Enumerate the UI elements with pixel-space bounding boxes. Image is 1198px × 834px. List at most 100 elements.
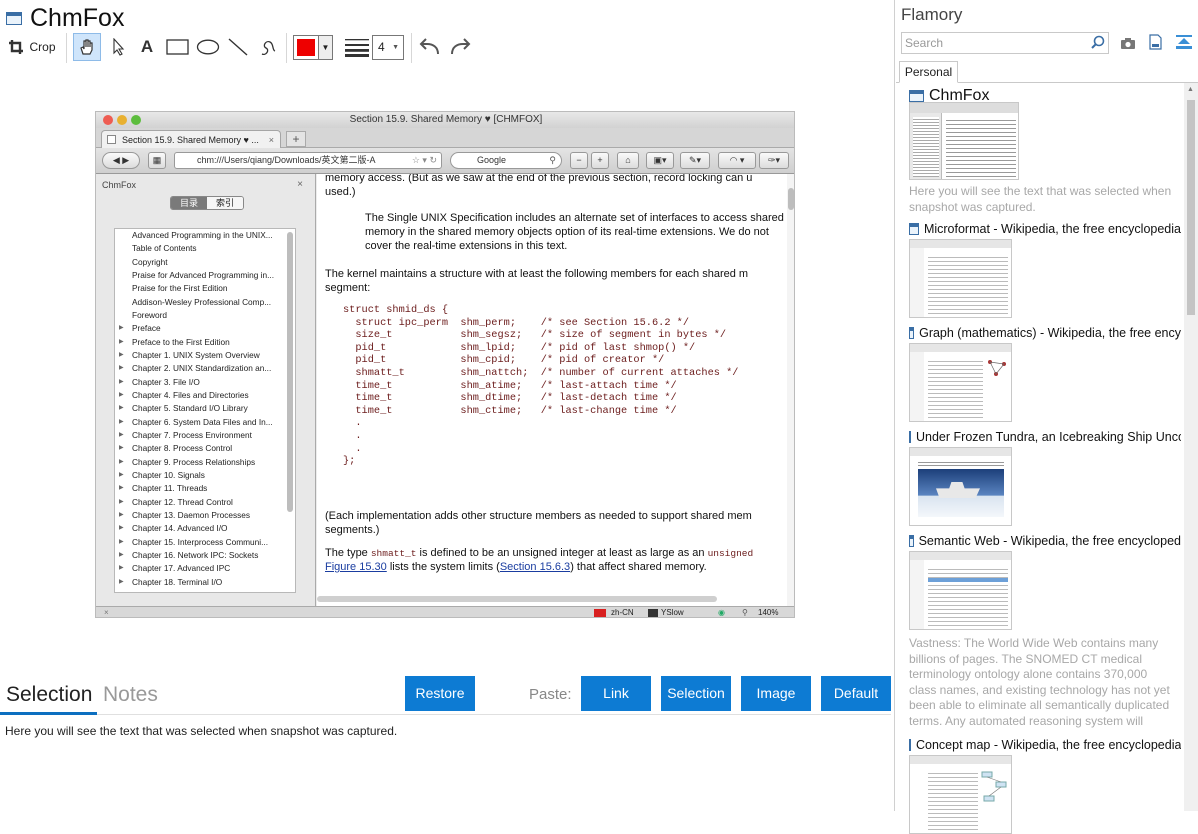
snapshot-tab: Section 15.9. Shared Memory ♥ ... × <box>101 130 281 149</box>
line-icon <box>228 38 248 56</box>
minimize-dot <box>117 115 127 125</box>
snapshot-thumbnail <box>909 755 1012 834</box>
toc-item: Chapter 17. Advanced IPC <box>115 562 295 575</box>
toc-item: Chapter 11. Threads <box>115 482 295 495</box>
restore-button[interactable]: Restore <box>405 676 475 711</box>
toc-item: Table of Contents <box>132 243 197 254</box>
dock-icon[interactable] <box>1176 35 1192 54</box>
toc-item: Praise for the First Edition <box>132 283 228 294</box>
toc-item: Preface <box>115 322 295 335</box>
text-tool-button[interactable]: A <box>133 33 161 61</box>
redo-button[interactable] <box>446 33 474 61</box>
selection-text[interactable]: Here you will see the text that was sele… <box>5 724 397 738</box>
tab-personal[interactable]: Personal <box>899 61 958 83</box>
toc-item: Copyright <box>132 256 168 267</box>
toc-item: Chapter 3. File I/O <box>115 376 295 389</box>
toc-item: Praise for Advanced Programming in... <box>132 269 275 280</box>
snapshot-item[interactable]: Under Frozen Tundra, an Icebreaking Ship… <box>909 429 1181 526</box>
tabs-divider <box>0 714 891 715</box>
snapshot-item[interactable]: Concept map - Wikipedia, the free encycl… <box>909 737 1181 834</box>
snapshot-thumbnail <box>909 551 1012 630</box>
new-tab-icon: + <box>286 131 306 147</box>
crop-button[interactable]: Crop <box>6 33 58 61</box>
snapshot-content: memory access. (But as we saw at the end… <box>317 174 787 606</box>
search-icon: ⚲ <box>549 155 556 165</box>
toolbar-divider <box>66 33 67 63</box>
globe-icon: ◉ <box>718 608 725 617</box>
ellipse-icon <box>196 39 220 55</box>
window-icon <box>909 90 924 102</box>
scroll-up-icon[interactable]: ▲ <box>1187 86 1194 93</box>
star-icon: ☆ ▾ ↻ <box>411 155 437 165</box>
rectangle-tool-button[interactable] <box>164 33 192 61</box>
home-icon: ⌂ <box>617 152 639 169</box>
paste-default-button[interactable]: Default <box>821 676 891 711</box>
toc-item: Chapter 1. UNIX System Overview <box>115 349 295 362</box>
undo-icon <box>419 38 439 55</box>
scrollbar-thumb[interactable] <box>1187 100 1195 315</box>
search-icon[interactable] <box>1091 35 1105 54</box>
snapshot-toc-list: Advanced Programming in the UNIX... Table… <box>114 228 296 593</box>
undo-button[interactable] <box>416 33 444 61</box>
yslow-icon <box>648 609 658 617</box>
color-swatch <box>297 39 315 56</box>
line-tool-button[interactable] <box>224 33 252 61</box>
flamory-panel: Flamory Search Personal ▲ ChmFox Here yo… <box>896 0 1198 834</box>
line-width-select[interactable]: 4 ▼ <box>372 35 404 60</box>
home-icon: ▦ <box>148 152 166 169</box>
snapshot-thumbnail <box>909 239 1012 318</box>
snapshot-statusbar: × zh-CN YSlow ◉ ⚲ 140% <box>96 606 794 617</box>
snapshot-item[interactable]: ChmFox Here you will see the text that w… <box>909 87 1181 215</box>
paste-selection-button[interactable]: Selection <box>661 676 731 711</box>
toc-item: Preface to the First Edition <box>115 336 295 349</box>
tab-selection[interactable]: Selection <box>6 683 92 707</box>
redo-icon <box>451 38 471 55</box>
toc-item: Chapter 12. Thread Control <box>115 496 295 509</box>
snapshot-item[interactable]: Semantic Web - Wikipedia, the free encyc… <box>909 533 1181 728</box>
paste-link-button[interactable]: Link <box>581 676 651 711</box>
zoom-in-icon: + <box>591 152 609 169</box>
search-input[interactable]: Search <box>901 32 1109 54</box>
scrollbar <box>287 232 293 512</box>
toc-item: Chapter 8. Process Control <box>115 442 295 455</box>
snapshot-sidebar: ChmFox × 目录 索引 Advanced Programming in t… <box>96 174 316 606</box>
select-tool-button[interactable] <box>105 33 133 61</box>
document-icon[interactable] <box>1149 34 1162 55</box>
camera-icon[interactable] <box>1121 36 1135 54</box>
toc-item: Chapter 14. Advanced I/O <box>115 522 295 535</box>
toc-item: Chapter 13. Daemon Processes <box>115 509 295 522</box>
snapshot-item[interactable]: Microformat - Wikipedia, the free encycl… <box>909 221 1181 318</box>
snapshot-searchbar: Google ⚲ <box>450 152 562 169</box>
snapshot-navbar: ◀ ▶ ▦ chm:///Users/qiang/Downloads/英文第二版… <box>96 148 794 174</box>
flag-icon <box>594 609 606 617</box>
zoom-icon: ⚲ <box>742 608 748 617</box>
ellipse-tool-button[interactable] <box>194 33 222 61</box>
back-forward-icon: ◀ ▶ <box>102 152 140 169</box>
snapshot-urlbar: chm:///Users/qiang/Downloads/英文第二版-A ☆ ▾ … <box>174 152 442 169</box>
toc-item: Chapter 9. Process Relationships <box>115 456 295 469</box>
toc-item: Chapter 2. UNIX Standardization an... <box>115 362 295 375</box>
snapshot-image: Section 15.9. Shared Memory ♥ [CHMFOX] S… <box>95 111 795 618</box>
window-icon <box>909 739 911 751</box>
snapshot-thumbnail <box>909 447 1012 526</box>
close-icon: × <box>268 135 274 145</box>
toolbar-icon: ✎▾ <box>680 152 710 169</box>
freehand-tool-button[interactable] <box>254 33 282 61</box>
snapshot-thumbnail <box>909 343 1012 422</box>
tab-notes[interactable]: Notes <box>103 683 158 707</box>
snapshot-segment: 目录 索引 <box>170 196 244 210</box>
toolbar-divider <box>286 33 287 63</box>
window-icon <box>909 431 911 443</box>
snapshot-item[interactable]: Graph (mathematics) - Wikipedia, the fre… <box>909 325 1181 422</box>
color-picker[interactable]: ▼ <box>293 35 333 60</box>
toc-item: Chapter 15. Interprocess Communi... <box>115 536 295 549</box>
paste-image-button[interactable]: Image <box>741 676 811 711</box>
pointer-icon <box>113 38 125 56</box>
page-icon <box>107 135 116 144</box>
hand-tool-button[interactable] <box>73 33 101 61</box>
close-icon: × <box>297 179 303 190</box>
toc-item: Chapter 4. Files and Directories <box>115 389 295 402</box>
toolbar-icon: ✑▾ <box>759 152 789 169</box>
main-pane: ChmFox Crop A ▼ 4 ▼ Section 15.9. Shared … <box>0 0 895 811</box>
active-tab-indicator <box>0 712 97 715</box>
